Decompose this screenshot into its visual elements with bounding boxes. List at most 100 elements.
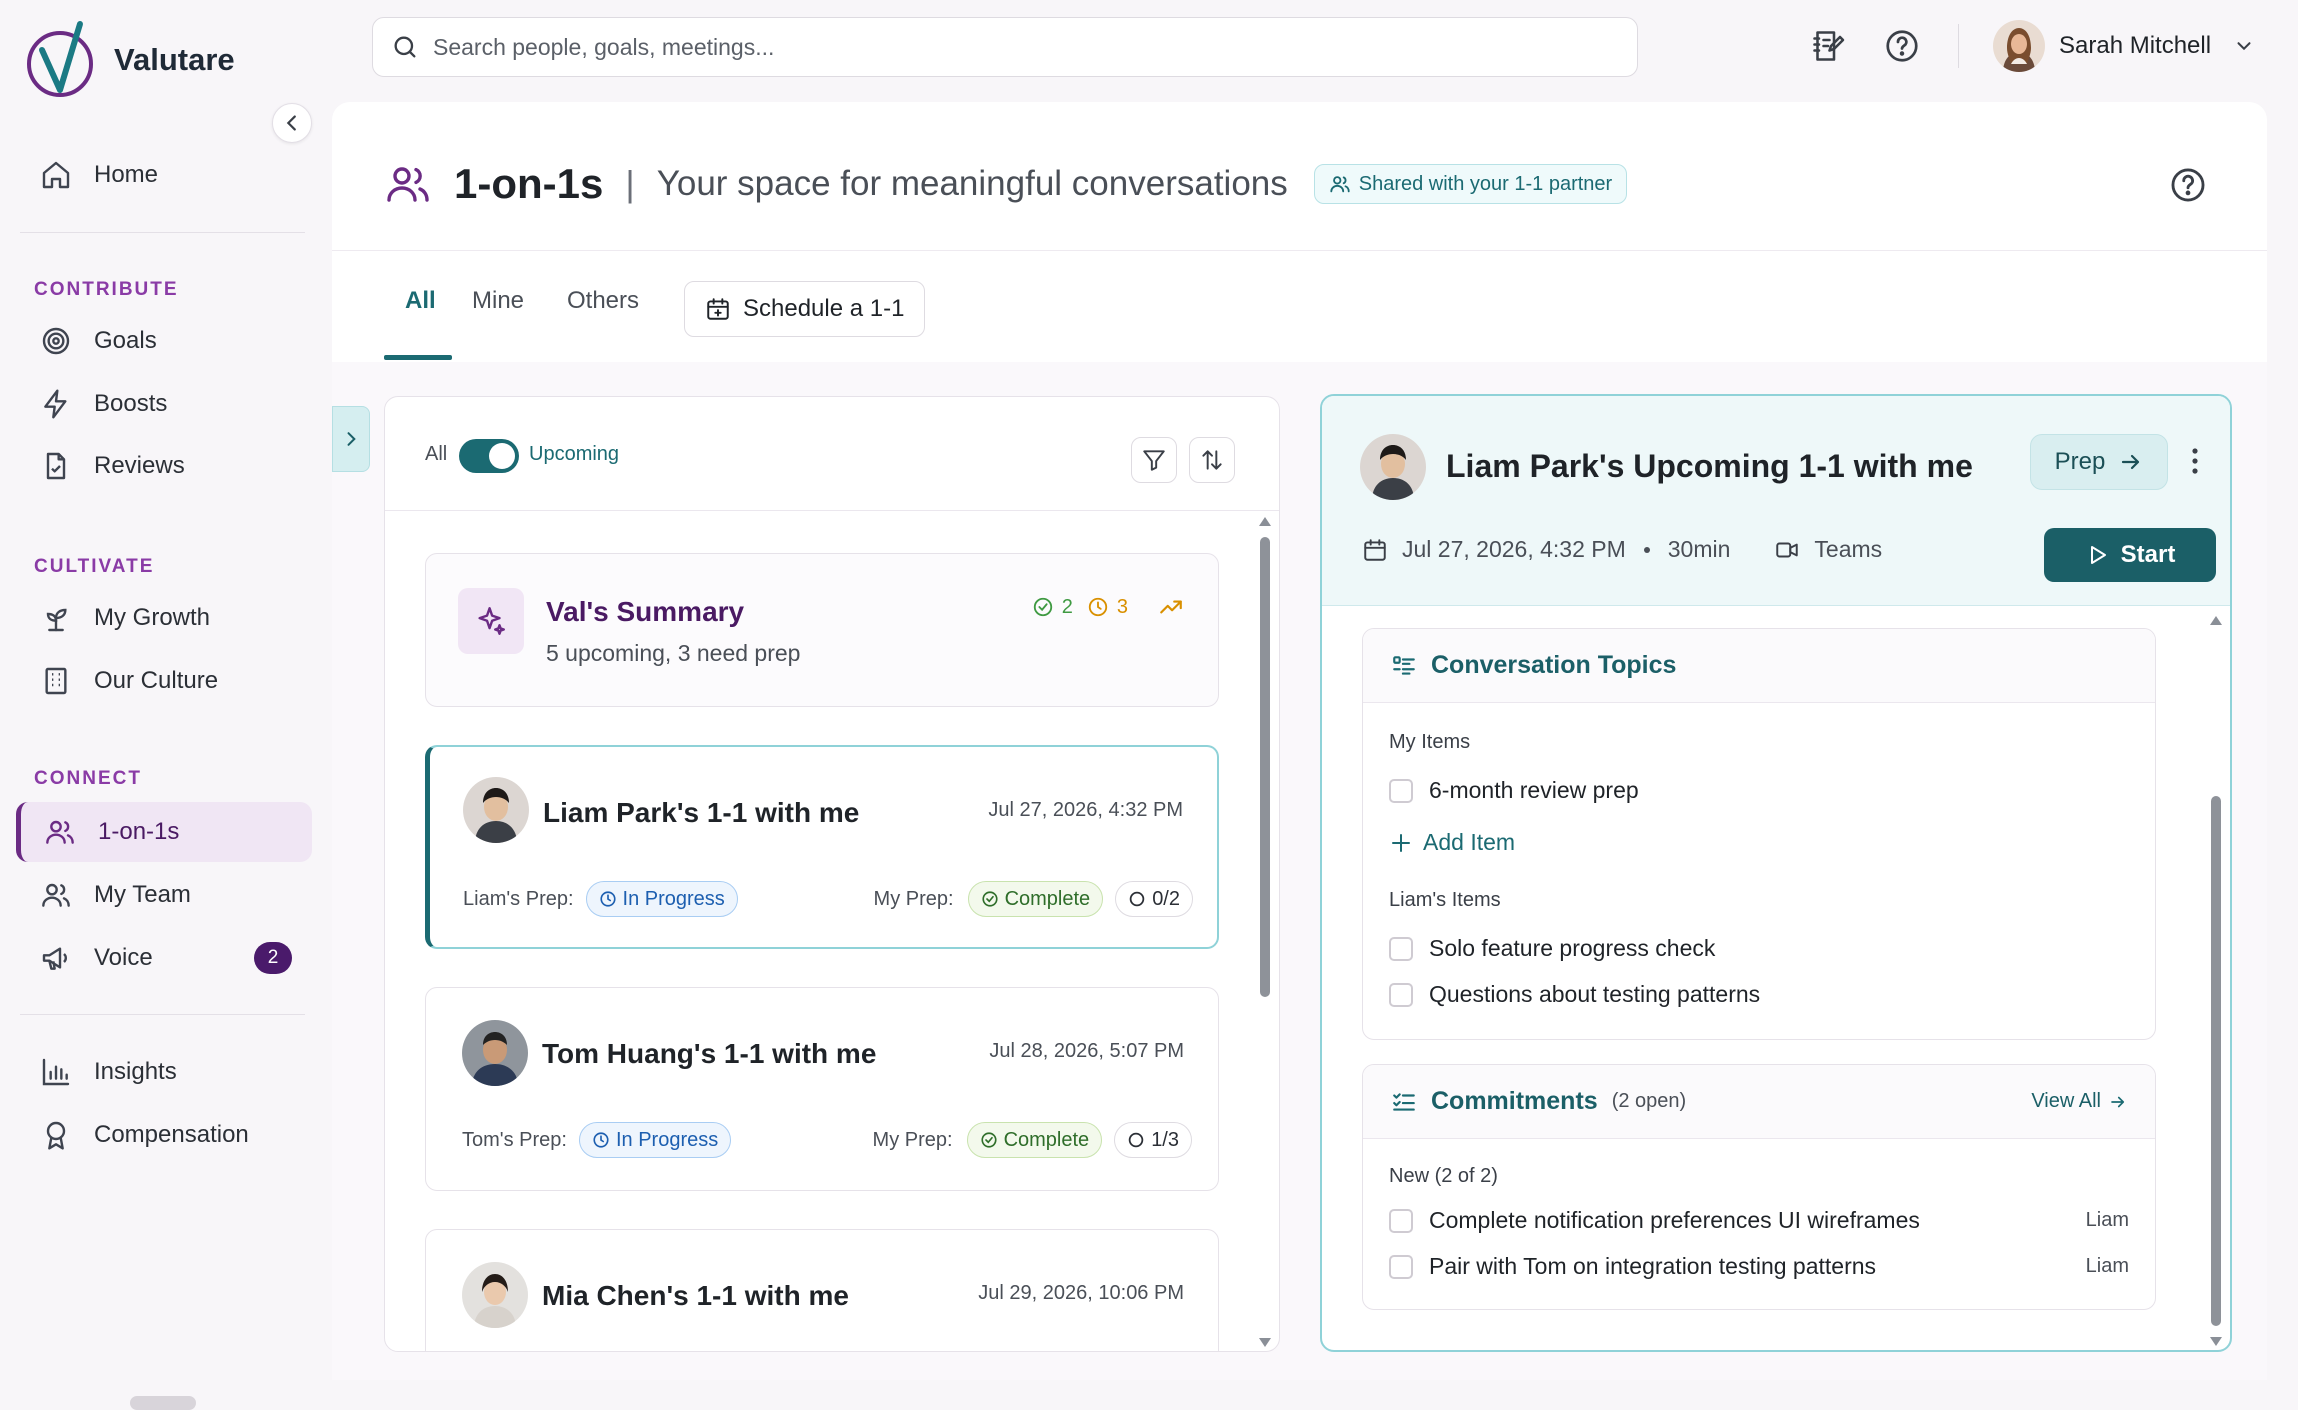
view-all-link[interactable]: View All xyxy=(2031,1090,2127,1113)
tab-all[interactable]: All xyxy=(405,287,436,315)
filter-button[interactable] xyxy=(1131,437,1177,483)
meeting-title: Mia Chen's 1-1 with me xyxy=(542,1280,849,1311)
vals-summary-card[interactable]: Val's Summary 5 upcoming, 3 need prep 2 … xyxy=(425,553,1219,707)
topic-item[interactable]: 6-month review prep xyxy=(1389,777,2129,804)
check-circle-icon xyxy=(980,1131,998,1149)
sidebar-item-insights[interactable]: Insights xyxy=(16,1042,312,1102)
commitments-title: Commitments xyxy=(1431,1087,1598,1115)
check-circle-icon xyxy=(1032,596,1054,618)
circle-icon xyxy=(1127,1131,1145,1149)
sidebar-item-our-culture[interactable]: Our Culture xyxy=(16,651,312,711)
meeting-card-liam[interactable]: Liam Park's 1-1 with me Jul 27, 2026, 4:… xyxy=(425,745,1219,949)
sidebar-item-my-team[interactable]: My Team xyxy=(16,865,312,925)
sidebar-item-my-growth[interactable]: My Growth xyxy=(16,588,312,648)
sidebar-item-label: Insights xyxy=(94,1058,177,1085)
my-prep-label: My Prep: xyxy=(872,1128,953,1151)
calendar-icon xyxy=(1362,537,1388,563)
sidebar-item-one-on-ones[interactable]: 1-on-1s xyxy=(16,802,312,862)
scroll-down-arrow[interactable] xyxy=(2210,1337,2222,1346)
main-panel: 1-on-1s | Your space for meaningful conv… xyxy=(332,102,2267,1380)
search-input[interactable] xyxy=(433,33,1533,61)
topics-title: Conversation Topics xyxy=(1431,651,1677,679)
calendar-plus-icon xyxy=(705,296,731,322)
sidebar: Valutare Home CONTRIBUTE Goals Boosts Re… xyxy=(0,0,330,1410)
upcoming-toggle[interactable] xyxy=(459,439,519,473)
page-subtitle: Your space for meaningful conversations xyxy=(656,164,1288,203)
tab-others[interactable]: Others xyxy=(567,287,639,315)
my-items-label: My Items xyxy=(1389,731,1471,753)
sidebar-item-reviews[interactable]: Reviews xyxy=(16,436,312,496)
sidebar-item-boosts[interactable]: Boosts xyxy=(16,374,312,434)
people-icon xyxy=(384,160,432,208)
topic-checkbox[interactable] xyxy=(1389,778,1413,803)
app-logo[interactable]: Valutare xyxy=(22,18,235,102)
commitment-checkbox[interactable] xyxy=(1389,1208,1413,1233)
sidebar-item-compensation[interactable]: Compensation xyxy=(16,1105,312,1165)
plus-icon xyxy=(1389,831,1413,855)
filter-icon xyxy=(1141,447,1167,473)
start-button-label: Start xyxy=(2120,541,2176,568)
sidebar-item-goals[interactable]: Goals xyxy=(16,311,312,371)
sidebar-item-voice[interactable]: Voice 2 xyxy=(16,928,312,988)
commitment-checkbox[interactable] xyxy=(1389,1254,1413,1279)
meeting-date: Jul 27, 2026, 4:32 PM xyxy=(988,799,1183,821)
active-tab-indicator xyxy=(384,355,452,360)
prep-status-row: Tom's Prep: In Progress My Prep: Complet… xyxy=(462,1122,1192,1158)
conversation-topics-section: Conversation Topics My Items 6-month rev… xyxy=(1362,628,2156,1040)
schedule-button-label: Schedule a 1-1 xyxy=(743,295,905,322)
avatar xyxy=(462,1020,528,1086)
topic-checkbox[interactable] xyxy=(1389,982,1413,1007)
partner-prep-label: Tom's Prep: xyxy=(462,1128,567,1151)
sidebar-item-label: Compensation xyxy=(94,1121,249,1148)
sidebar-item-home[interactable]: Home xyxy=(16,145,312,205)
sort-arrows-icon xyxy=(1199,447,1225,473)
topic-item[interactable]: Questions about testing patterns xyxy=(1389,981,2129,1008)
schedule-one-on-one-button[interactable]: Schedule a 1-1 xyxy=(684,281,926,337)
sidebar-scrollbar[interactable] xyxy=(130,1396,196,1410)
scroll-up-arrow[interactable] xyxy=(1259,517,1271,526)
commitment-item[interactable]: Pair with Tom on integration testing pat… xyxy=(1389,1253,2129,1280)
scroll-down-arrow[interactable] xyxy=(1259,1338,1271,1347)
scroll-thumb[interactable] xyxy=(1260,537,1270,997)
summary-stats: 2 3 xyxy=(1032,594,1184,620)
meeting-date: Jul 27, 2026, 4:32 PM xyxy=(1402,536,1626,562)
scroll-thumb[interactable] xyxy=(2211,796,2221,1326)
sprout-icon xyxy=(40,602,72,634)
sort-button[interactable] xyxy=(1189,437,1235,483)
topic-checkbox[interactable] xyxy=(1389,936,1413,961)
topic-item[interactable]: Solo feature progress check xyxy=(1389,935,2129,962)
list-scrollbar[interactable] xyxy=(1259,517,1271,1347)
notes-icon[interactable] xyxy=(1810,28,1846,64)
section-label-connect: CONNECT xyxy=(34,768,142,789)
tab-mine[interactable]: Mine xyxy=(472,287,524,315)
global-search[interactable] xyxy=(372,17,1638,77)
user-menu[interactable]: Sarah Mitchell xyxy=(1993,20,2255,72)
scroll-up-arrow[interactable] xyxy=(2210,616,2222,625)
summary-done-count: 2 xyxy=(1061,595,1073,618)
arrow-right-icon xyxy=(2119,450,2143,474)
collapse-sidebar-button[interactable] xyxy=(272,103,312,143)
meeting-card-mia[interactable]: Mia Chen's 1-1 with me Jul 29, 2026, 10:… xyxy=(425,1229,1219,1351)
detail-scrollbar[interactable] xyxy=(2210,616,2222,1346)
start-meeting-button[interactable]: Start xyxy=(2044,528,2216,582)
prep-button[interactable]: Prep xyxy=(2030,434,2168,490)
commitment-item[interactable]: Complete notification preferences UI wir… xyxy=(1389,1207,2129,1234)
commitment-owner: Liam xyxy=(2085,1209,2129,1231)
meeting-card-tom[interactable]: Tom Huang's 1-1 with me Jul 28, 2026, 5:… xyxy=(425,987,1219,1191)
help-icon[interactable] xyxy=(1884,28,1920,64)
more-options-icon[interactable] xyxy=(2188,446,2202,476)
title-separator: | xyxy=(625,163,635,204)
clock-icon xyxy=(592,1131,610,1149)
add-item-button[interactable]: Add Item xyxy=(1389,829,1515,856)
avatar xyxy=(1360,434,1426,500)
chevron-left-icon xyxy=(281,112,303,134)
list-toolbar: All Upcoming xyxy=(385,397,1279,511)
topic-count-pill: 1/3 xyxy=(1114,1122,1192,1158)
my-prep-text: Complete xyxy=(1003,1128,1090,1151)
expand-panel-tab[interactable] xyxy=(332,406,370,472)
video-camera-icon xyxy=(1774,537,1800,563)
topic-count-text: 0/2 xyxy=(1152,887,1180,910)
award-icon xyxy=(40,1119,72,1151)
help-icon[interactable] xyxy=(2169,166,2207,204)
page-title: 1-on-1s xyxy=(454,160,604,207)
